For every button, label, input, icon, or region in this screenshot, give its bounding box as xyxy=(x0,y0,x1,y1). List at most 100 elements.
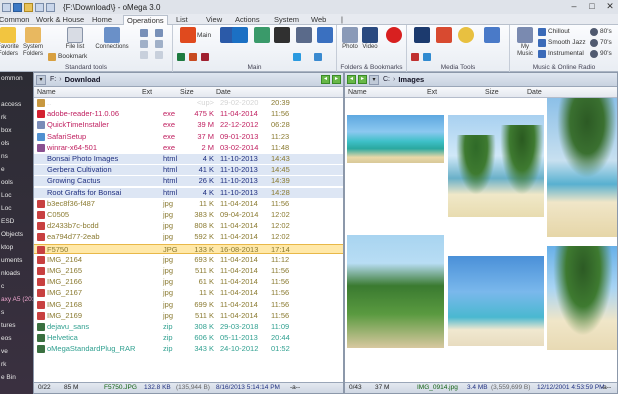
file-row[interactable]: IMG_2165 jpg 511 K 11-04-2014 11:56 xyxy=(34,266,343,276)
col-date[interactable]: Date xyxy=(527,88,542,97)
minimize-button[interactable]: – xyxy=(568,1,580,12)
back-icon[interactable]: ◂ xyxy=(321,75,330,84)
drive-menu-icon[interactable]: ▾ xyxy=(36,74,46,85)
station-instrumental[interactable]: Instrumental xyxy=(538,49,584,58)
forward-icon[interactable]: ▸ xyxy=(358,75,367,84)
access-small[interactable] xyxy=(201,52,211,61)
file-row[interactable]: IMG_2164 jpg 693 K 11-04-2014 11:12 xyxy=(34,255,343,265)
tab-work-house[interactable]: Work & House xyxy=(33,15,87,25)
nav-item[interactable]: ns xyxy=(0,152,33,161)
media-small-1[interactable] xyxy=(411,52,421,61)
folder-icon[interactable] xyxy=(24,2,33,12)
thumbnail[interactable] xyxy=(347,235,444,348)
nav-item[interactable]: ktop xyxy=(0,243,33,252)
office-button[interactable] xyxy=(177,27,199,44)
drive-label[interactable]: F: xyxy=(50,76,56,83)
outlook-button[interactable] xyxy=(229,27,251,44)
calculator-button[interactable] xyxy=(293,27,315,44)
file-row[interactable]: SafariSetup exe 37 M 09-01-2013 11:23 xyxy=(34,132,343,142)
file-row[interactable]: Helvetica zip 606 K 05-11-2013 20:44 xyxy=(34,333,343,343)
nav-item[interactable]: ve xyxy=(0,347,33,356)
breadcrumb[interactable]: Images xyxy=(398,75,424,84)
file-row[interactable]: IMG_2168 jpg 699 K 11-04-2014 11:56 xyxy=(34,300,343,310)
file-row[interactable]: adobe-reader-11.0.06 exe 475 K 11-04-2014 11… xyxy=(34,109,343,119)
nav-item[interactable]: Loc xyxy=(0,191,33,200)
tab-web[interactable]: Web xyxy=(308,15,329,25)
back-icon[interactable]: ◂ xyxy=(347,75,356,84)
system-folders-button[interactable]: System Folders xyxy=(20,27,46,58)
favorite-folders-button[interactable]: Favorite Folders xyxy=(0,27,20,58)
bookmark-button[interactable]: Bookmark xyxy=(48,52,87,61)
connections-button[interactable]: Connections xyxy=(92,27,132,51)
small-tool-2[interactable] xyxy=(155,28,165,37)
file-row[interactable]: IMG_2169 jpg 511 K 11-04-2014 11:56 xyxy=(34,311,343,321)
file-row[interactable]: oMegaStandardPlug_RAR zip 343 K 24-10-2012 0… xyxy=(34,344,343,354)
small-tool-5[interactable] xyxy=(140,50,150,59)
col-ext[interactable]: Ext xyxy=(142,88,152,97)
breadcrumb[interactable]: Download xyxy=(65,75,101,84)
thumbnail[interactable] xyxy=(448,256,544,346)
nav-item[interactable]: axy A5 (201 xyxy=(0,295,33,304)
youtube-button[interactable] xyxy=(383,27,405,44)
small-tool-3[interactable] xyxy=(140,39,150,48)
station-90s[interactable]: 90's xyxy=(590,49,612,58)
settings-button[interactable] xyxy=(314,27,336,44)
file-row[interactable]: IMG_2166 jpg 61 K 11-04-2014 11:56 xyxy=(34,277,343,287)
nav-item[interactable]: ools xyxy=(0,178,33,187)
col-ext[interactable]: Ext xyxy=(427,88,437,97)
nav-item[interactable]: box xyxy=(0,126,33,135)
excel-small[interactable] xyxy=(177,52,187,61)
file-row[interactable]: .. <up> 29-02-2020 20:39 xyxy=(34,98,343,108)
main-dropdown[interactable]: Main xyxy=(197,31,211,40)
nav-item[interactable]: tures xyxy=(0,321,33,330)
forward-icon[interactable]: ▸ xyxy=(332,75,341,84)
photo-button[interactable]: Photo xyxy=(339,27,361,51)
file-row[interactable]: b3ec8f36-f487 jpg 11 K 11-04-2014 11:56 xyxy=(34,199,343,209)
nav-item[interactable]: ommon xyxy=(0,74,33,83)
media-tool-3[interactable] xyxy=(455,27,477,44)
tab-more[interactable]: | xyxy=(338,15,346,25)
station-chillout[interactable]: Chillout xyxy=(538,27,570,36)
close-button[interactable]: ✕ xyxy=(604,1,616,12)
nav-item[interactable]: rk xyxy=(0,360,33,369)
small-tool-6[interactable] xyxy=(155,50,165,59)
col-size[interactable]: Size xyxy=(485,88,499,97)
col-name[interactable]: Name xyxy=(37,88,56,97)
nav-item[interactable]: Objects xyxy=(0,230,33,239)
nav-item[interactable]: eos xyxy=(0,334,33,343)
file-row[interactable]: dejavu_sans zip 308 K 29-03-2018 11:09 xyxy=(34,322,343,332)
save-icon[interactable] xyxy=(13,2,22,12)
drive-menu-icon[interactable]: ▾ xyxy=(369,74,379,85)
nav-item[interactable]: ols xyxy=(0,139,33,148)
thumbnail[interactable] xyxy=(347,115,444,163)
file-row[interactable]: Growing Cactus html 26 K 11-10-2013 14:39 xyxy=(34,176,343,187)
tab-operations[interactable]: Operations xyxy=(123,15,168,25)
my-music-button[interactable]: My Music xyxy=(514,27,536,58)
tab-view[interactable]: View xyxy=(203,15,225,25)
file-row[interactable]: C0505 jpg 383 K 09-04-2014 12:02 xyxy=(34,210,343,220)
thumbnail[interactable] xyxy=(448,115,544,217)
tab-actions[interactable]: Actions xyxy=(232,15,263,25)
video-button[interactable]: Video xyxy=(359,27,381,51)
file-row[interactable]: winrar-x64-501 exe 2 M 03-02-2014 11:48 xyxy=(34,143,343,153)
nav-item[interactable]: s xyxy=(0,308,33,317)
world-small[interactable] xyxy=(314,52,324,61)
skype-small[interactable] xyxy=(293,52,303,61)
ppt-small[interactable] xyxy=(189,52,199,61)
station-smooth-jazz[interactable]: Smooth Jazz xyxy=(538,38,586,47)
col-name[interactable]: Name xyxy=(348,88,367,97)
thumbnail[interactable] xyxy=(547,98,617,237)
small-tool-4[interactable] xyxy=(155,39,165,48)
photoshop-button[interactable] xyxy=(411,27,433,44)
maximize-button[interactable]: □ xyxy=(586,1,598,12)
nav-item[interactable]: e xyxy=(0,165,33,174)
file-row[interactable]: ea794d77-2eab jpg 592 K 11-04-2014 12:02 xyxy=(34,232,343,242)
image-viewer-button[interactable] xyxy=(251,27,273,44)
nav-item[interactable]: c xyxy=(0,282,33,291)
small-tool-1[interactable] xyxy=(140,28,150,37)
media-small-2[interactable] xyxy=(423,52,433,61)
thumbnail[interactable] xyxy=(547,246,617,350)
tab-home[interactable]: Home xyxy=(89,15,115,25)
nav-item[interactable]: nloads xyxy=(0,269,33,278)
nav-item[interactable]: rk xyxy=(0,113,33,122)
